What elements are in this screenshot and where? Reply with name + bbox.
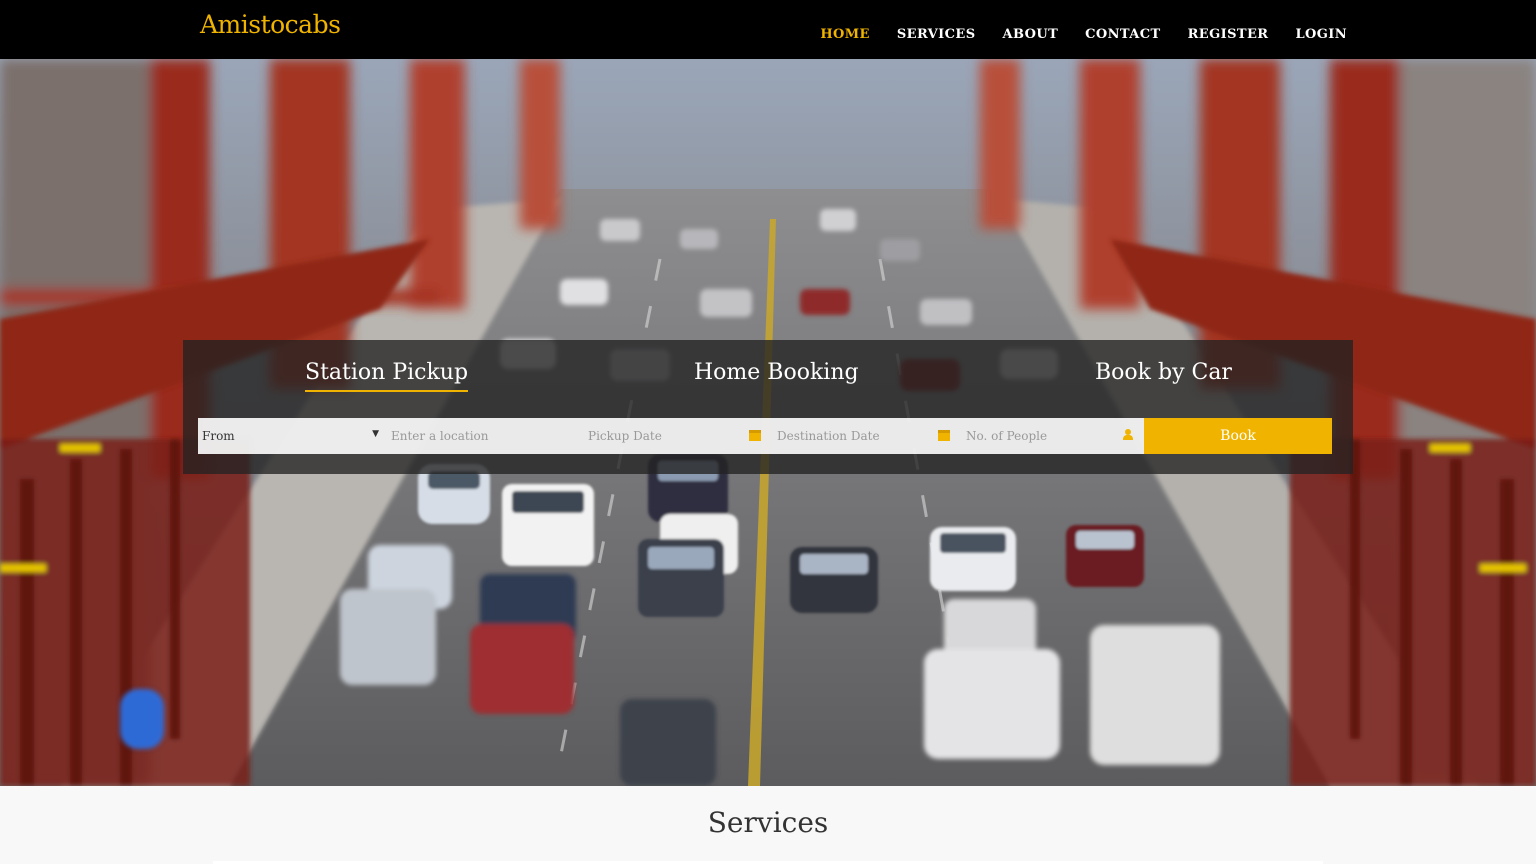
brand-logo[interactable]: Amistocabs: [200, 10, 341, 39]
nav-services[interactable]: SERVICES: [897, 17, 976, 42]
location-field[interactable]: [387, 418, 584, 454]
pickup-date-field[interactable]: [584, 418, 773, 454]
tab-home-booking[interactable]: Home Booking: [694, 360, 859, 390]
tab-book-by-car[interactable]: Book by Car: [1095, 360, 1232, 390]
nav-home[interactable]: HOME: [820, 17, 870, 42]
services-heading: Services: [707, 806, 829, 839]
booking-panel: Station Pickup Home Booking Book by Car …: [183, 340, 1353, 474]
pickup-date-input[interactable]: [588, 429, 773, 443]
dropdown-caret-icon: ▼: [372, 429, 379, 439]
location-input[interactable]: [391, 429, 584, 443]
people-input[interactable]: [966, 429, 1144, 443]
from-select[interactable]: From ▼: [198, 418, 387, 454]
tab-station-pickup[interactable]: Station Pickup: [305, 360, 469, 392]
nav-about[interactable]: ABOUT: [1003, 17, 1059, 42]
people-field[interactable]: [962, 418, 1144, 454]
top-navbar: Amistocabs HOME SERVICES ABOUT CONTACT R…: [0, 0, 1536, 59]
from-select-value: From: [202, 429, 235, 443]
nav-contact[interactable]: CONTACT: [1085, 17, 1160, 42]
hero-section: Station Pickup Home Booking Book by Car …: [0, 59, 1536, 786]
nav-register[interactable]: REGISTER: [1188, 17, 1269, 42]
nav-login[interactable]: LOGIN: [1295, 17, 1347, 42]
destination-date-field[interactable]: [773, 418, 962, 454]
services-section: Services: [0, 786, 1536, 864]
destination-date-input[interactable]: [777, 429, 962, 443]
book-button[interactable]: Book: [1144, 418, 1332, 454]
calendar-icon[interactable]: [749, 430, 761, 441]
nav-links: HOME SERVICES ABOUT CONTACT REGISTER LOG…: [820, 0, 1347, 59]
booking-form: From ▼ Book: [198, 418, 1332, 454]
calendar-icon[interactable]: [938, 430, 950, 441]
person-icon: [1123, 429, 1133, 441]
